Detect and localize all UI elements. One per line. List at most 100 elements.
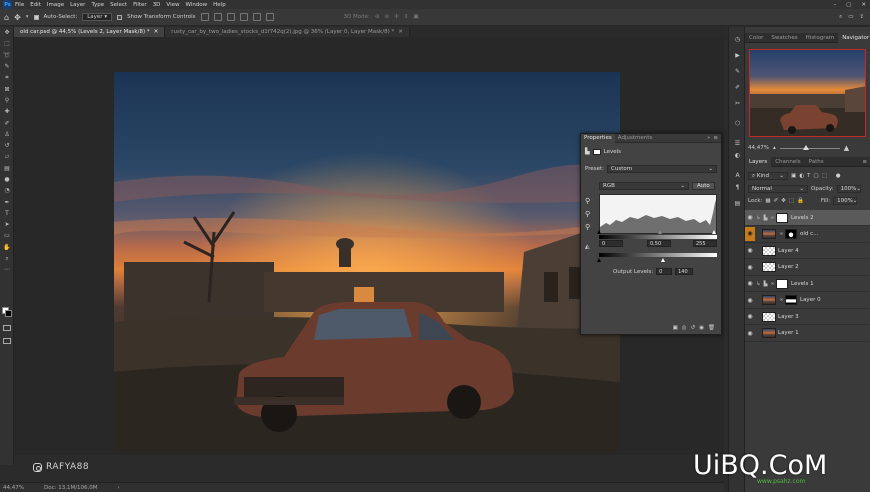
align-center-icon[interactable] [213,13,222,21]
visibility-eye-icon[interactable]: ◉ [745,297,755,304]
visibility-icon[interactable]: ◉ [699,325,704,331]
clone-stamp-tool-icon[interactable]: ♙ [0,129,14,140]
input-black-field[interactable]: 0 [599,240,623,247]
menu-select[interactable]: Select [110,2,127,8]
home-icon[interactable]: ⌂ [4,13,9,22]
layer-layer-4[interactable]: ◉ Layer 4 [745,243,870,260]
3d-roll-icon[interactable]: ⊚ [384,14,389,20]
kind-filter-dropdown[interactable]: ⌕ Kind ⌄ [748,172,788,180]
3d-slide-icon[interactable]: ⇕ [404,14,409,20]
tab-swatches[interactable]: Swatches [767,33,801,43]
layer-thumbnail[interactable] [762,311,776,322]
search-icon[interactable]: ⌕ [839,14,842,21]
hand-tool-icon[interactable]: ✋ [0,242,14,253]
libraries-panel-icon[interactable]: ▤ [733,199,742,208]
fill-field[interactable]: 100% ⌄ [833,197,857,205]
filter-type-icon[interactable]: T [807,173,810,179]
status-arrow-icon[interactable]: › [118,485,120,491]
layer-levels-2[interactable]: ◉ ↳ ▙ ∞ Levels 2 [745,210,870,227]
panel-menu-icon[interactable]: ≡ [862,159,870,165]
zoom-out-icon[interactable]: ▴ [773,145,776,151]
align-right-icon[interactable] [226,13,235,21]
layer-thumbnail[interactable] [762,229,776,240]
align-bottom-icon[interactable] [265,13,274,21]
tab-histogram[interactable]: Histogram [802,33,839,43]
maximize-icon[interactable]: ▢ [846,2,851,8]
lock-artboard-icon[interactable]: ⬚ [789,198,794,204]
background-color-swatch[interactable] [5,310,12,317]
marquee-tool-icon[interactable]: ⬚ [0,38,14,49]
layer-mask-thumbnail[interactable] [776,278,788,289]
pen-tool-icon[interactable]: ✒ [0,196,14,207]
view-previous-icon[interactable]: ◎ [682,325,687,331]
menu-filter[interactable]: Filter [133,2,147,8]
crop-tool-icon[interactable]: ⌗ [0,72,14,83]
align-middle-icon[interactable] [252,13,261,21]
input-white-slider[interactable] [712,230,716,234]
3d-scale-icon[interactable]: ▣ [413,14,418,20]
visibility-eye-icon[interactable]: ◉ [745,280,755,287]
auto-select-dropdown[interactable]: Layer ▾ [82,13,113,21]
move-tool-icon[interactable]: ✥ [0,27,14,38]
tab-paths[interactable]: Paths [805,157,828,167]
brushes-panel-icon[interactable]: ✐ [733,83,742,92]
3d-panel-icon[interactable]: ⬡ [733,119,742,128]
lock-transparent-icon[interactable]: ▦ [765,198,770,204]
brush-settings-icon[interactable]: ✎ [733,67,742,76]
paragraph-panel-icon[interactable]: ¶ [733,183,742,192]
tab-navigator[interactable]: Navigator [838,32,870,43]
align-left-icon[interactable] [200,13,209,21]
menu-window[interactable]: Window [185,2,207,8]
filter-pixel-icon[interactable]: ▣ [791,173,796,179]
history-panel-icon[interactable]: ◷ [733,35,742,44]
show-transform-checkbox[interactable] [117,14,123,20]
status-zoom[interactable]: 44,47% [3,485,24,491]
input-gamma-slider[interactable] [657,230,662,234]
frame-tool-icon[interactable]: ⊠ [0,83,14,94]
panel-menu-icon[interactable]: ≡ [713,135,718,141]
layer-mask-icon[interactable] [592,148,601,155]
filter-adjust-icon[interactable]: ◐ [799,173,804,179]
navigator-preview[interactable] [749,49,866,137]
layer-thumbnail[interactable] [762,295,776,306]
gradient-tool-icon[interactable]: ▤ [0,163,14,174]
layer-layer-0[interactable]: ◉ ∞ Layer 0 [745,293,870,309]
menu-view[interactable]: View [166,2,179,8]
menu-layer[interactable]: Layer [70,2,85,8]
black-point-eyedropper-icon[interactable]: ⚲ [585,197,590,205]
layer-layer-3[interactable]: ◉ Layer 3 [745,309,870,326]
tool-preset-chevron-icon[interactable]: ▾ [26,14,29,20]
eyedropper-tool-icon[interactable]: ⚲ [0,95,14,106]
filter-toggle-icon[interactable]: ● [836,173,841,179]
brush-tool-icon[interactable]: ✐ [0,117,14,128]
tab-color[interactable]: Color [745,33,767,43]
minimize-icon[interactable]: – [833,2,836,8]
tab-properties[interactable]: Properties [581,133,615,143]
tab-old-car[interactable]: old car.psd @ 44,5% (Levels 2, Layer Mas… [14,27,166,37]
visibility-eye-icon[interactable]: ◉ [745,264,755,271]
layer-thumbnail[interactable] [762,245,776,256]
tab-channels[interactable]: Channels [771,157,804,167]
layer-thumbnail[interactable] [762,262,776,273]
character-panel-icon[interactable]: A [733,171,742,180]
lasso-tool-icon[interactable]: ➰ [0,50,14,61]
more-tools-icon[interactable]: ⋯ [0,264,14,275]
3d-orbit-icon[interactable]: ⊛ [375,14,380,20]
layer-mask-thumbnail[interactable] [785,229,797,240]
menu-image[interactable]: Image [47,2,64,8]
zoom-value[interactable]: 44,47% [748,145,769,151]
layer-layer-2[interactable]: ◉ Layer 2 [745,260,870,276]
clone-source-icon[interactable]: ✂ [733,99,742,108]
visibility-eye-icon[interactable]: ◉ [745,330,755,337]
gray-point-eyedropper-icon[interactable]: ⚲ [585,210,590,218]
delete-icon[interactable]: 🗑 [708,325,715,331]
clipping-warning-icon[interactable]: ◭ [585,243,590,250]
lock-image-icon[interactable]: ✐ [774,198,779,204]
tab-close-icon[interactable]: ✕ [154,29,159,35]
layer-layer-1[interactable]: ◉ Layer 1 [745,326,870,342]
input-white-field[interactable]: 255 [693,240,717,247]
3d-pan-icon[interactable]: ✣ [394,14,399,20]
layer-old-car[interactable]: ◉ ∞ old c... [745,227,870,243]
menu-type[interactable]: Type [91,2,104,8]
layer-mask-thumbnail[interactable] [785,295,797,306]
